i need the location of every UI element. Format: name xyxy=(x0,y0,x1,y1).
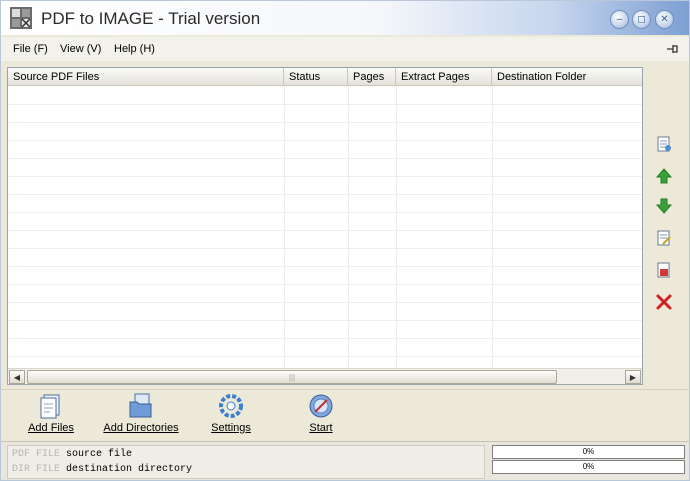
settings-button[interactable]: Settings xyxy=(205,392,257,434)
menu-help[interactable]: Help (H) xyxy=(114,43,155,55)
start-label: Start xyxy=(309,422,333,434)
row-divider xyxy=(8,104,642,105)
scroll-left-button[interactable]: ◀ xyxy=(9,370,25,384)
column-divider xyxy=(348,86,349,368)
column-destination-folder[interactable]: Destination Folder xyxy=(492,68,642,86)
column-divider xyxy=(396,86,397,368)
scroll-right-button[interactable]: ▶ xyxy=(625,370,641,384)
delete-page-icon[interactable] xyxy=(655,261,673,279)
column-source-pdf-files[interactable]: Source PDF Files xyxy=(8,68,284,86)
settings-label: Settings xyxy=(211,422,251,434)
start-icon xyxy=(309,394,333,418)
scroll-right-icon: ▶ xyxy=(629,372,637,382)
add-directories-icon xyxy=(129,393,152,418)
start-button[interactable]: Start xyxy=(301,392,341,434)
row-divider xyxy=(8,194,642,195)
row-divider xyxy=(8,248,642,249)
row-divider xyxy=(8,176,642,177)
row-divider xyxy=(8,284,642,285)
row-divider xyxy=(8,122,642,123)
add-directories-label: Add Directories xyxy=(103,422,179,434)
side-toolbar xyxy=(647,125,681,325)
row-divider xyxy=(8,212,642,213)
app-logo-icon xyxy=(10,7,32,29)
add-files-icon xyxy=(40,394,60,419)
file-list[interactable]: Source PDF Files Status Pages Extract Pa… xyxy=(7,67,643,385)
row-divider xyxy=(8,230,642,231)
add-files-button[interactable]: Add Files xyxy=(23,392,79,434)
minimize-button[interactable]: – xyxy=(610,10,629,29)
app-window: PDF to IMAGE - Trial version – ◻ ✕ File … xyxy=(0,0,690,481)
add-directories-button[interactable]: Add Directories xyxy=(99,392,183,434)
close-icon: ✕ xyxy=(660,13,669,25)
page-settings-icon[interactable] xyxy=(655,135,673,153)
edit-icon[interactable] xyxy=(655,229,673,247)
status-text: destination directory xyxy=(66,464,193,475)
grip-icon: ||| xyxy=(288,372,296,382)
row-divider xyxy=(8,320,642,321)
scroll-left-icon: ◀ xyxy=(13,372,21,382)
column-divider xyxy=(284,86,285,368)
row-divider xyxy=(8,158,642,159)
scroll-thumb[interactable]: ||| xyxy=(27,370,557,384)
status-line-source: PDF FILE source file xyxy=(12,449,132,460)
maximize-button[interactable]: ◻ xyxy=(632,10,651,29)
total-progress-bar: 0% xyxy=(492,460,685,474)
menu-file[interactable]: File (F) xyxy=(13,43,48,55)
bottom-toolbar: Add Files Add Directories Settings Start xyxy=(1,389,689,439)
row-divider xyxy=(8,266,642,267)
status-tag: PDF FILE xyxy=(12,449,61,460)
add-files-label: Add Files xyxy=(28,422,74,434)
menu-bar: File (F) View (V) Help (H) xyxy=(1,37,689,61)
file-list-header: Source PDF Files Status Pages Extract Pa… xyxy=(8,68,642,86)
move-down-icon[interactable] xyxy=(655,197,673,215)
status-messages: PDF FILE source file DIR FILE destinatio… xyxy=(7,445,485,479)
row-divider xyxy=(8,338,642,339)
title-bar[interactable]: PDF to IMAGE - Trial version – ◻ ✕ xyxy=(1,1,689,35)
column-divider xyxy=(492,86,493,368)
status-bar: PDF FILE source file DIR FILE destinatio… xyxy=(1,441,689,480)
status-line-destination: DIR FILE destination directory xyxy=(12,464,192,475)
pin-icon[interactable] xyxy=(665,42,679,56)
horizontal-scrollbar[interactable]: ◀ ||| ▶ xyxy=(8,368,642,384)
column-status[interactable]: Status xyxy=(284,68,348,86)
row-divider xyxy=(8,140,642,141)
move-up-icon[interactable] xyxy=(655,167,673,185)
column-extract-pages[interactable]: Extract Pages xyxy=(396,68,492,86)
status-text: source file xyxy=(66,449,133,460)
row-divider xyxy=(8,356,642,357)
window-title: PDF to IMAGE - Trial version xyxy=(41,9,261,28)
settings-icon xyxy=(219,394,243,418)
minimize-icon: – xyxy=(616,13,623,25)
file-progress-bar: 0% xyxy=(492,445,685,459)
row-divider xyxy=(8,302,642,303)
status-tag: DIR FILE xyxy=(12,464,61,475)
remove-icon[interactable] xyxy=(655,293,673,311)
column-pages[interactable]: Pages xyxy=(348,68,396,86)
maximize-icon: ◻ xyxy=(637,13,646,25)
close-button[interactable]: ✕ xyxy=(655,10,674,29)
menu-view[interactable]: View (V) xyxy=(60,43,101,55)
